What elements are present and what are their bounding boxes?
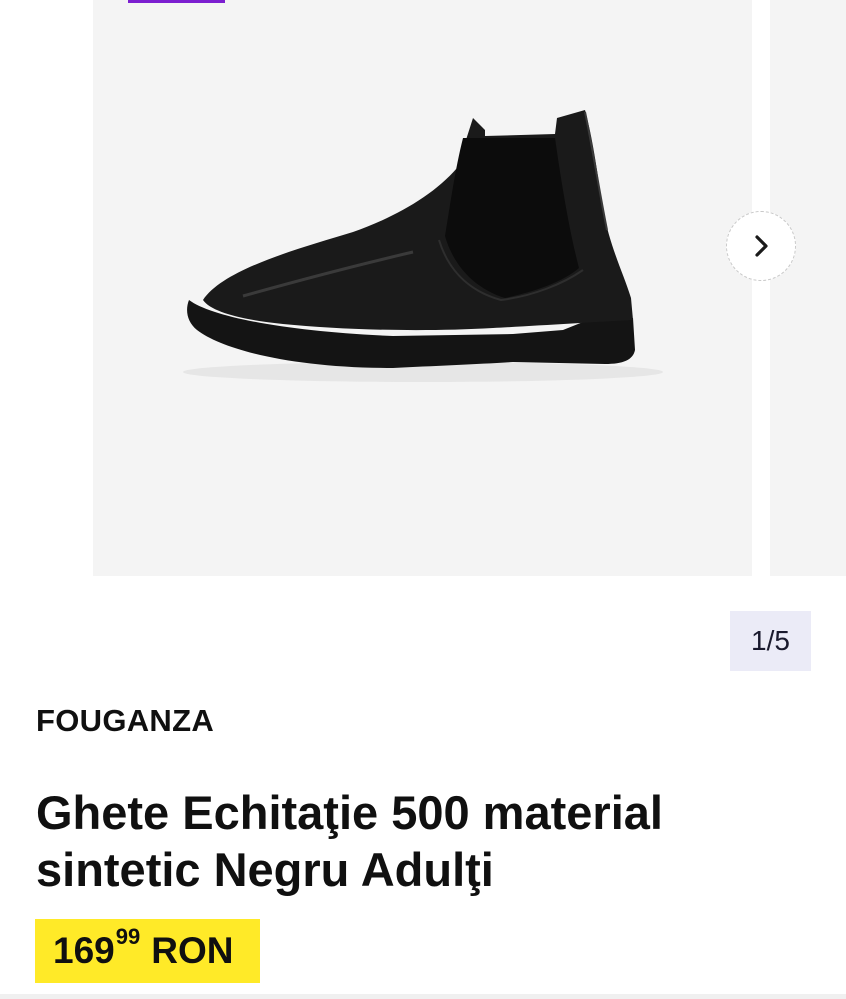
price-decimals: 99: [115, 924, 141, 949]
product-page: 1/5 FOUGANZA Ghete Echitaţie 500 materia…: [0, 0, 846, 999]
chevron-right-icon: [755, 235, 768, 257]
product-brand[interactable]: FOUGANZA: [36, 703, 214, 739]
price-currency: RON: [151, 930, 234, 971]
image-counter: 1/5: [730, 611, 811, 671]
next-image-button[interactable]: [726, 211, 796, 281]
product-image[interactable]: [93, 0, 752, 576]
product-title: Ghete Echitaţie 500 material sintetic Ne…: [36, 786, 663, 896]
next-image-peek[interactable]: [770, 0, 846, 576]
price-integer: 169: [53, 930, 115, 971]
divider: [0, 994, 846, 999]
price-badge: 169 99 RON: [35, 919, 260, 983]
